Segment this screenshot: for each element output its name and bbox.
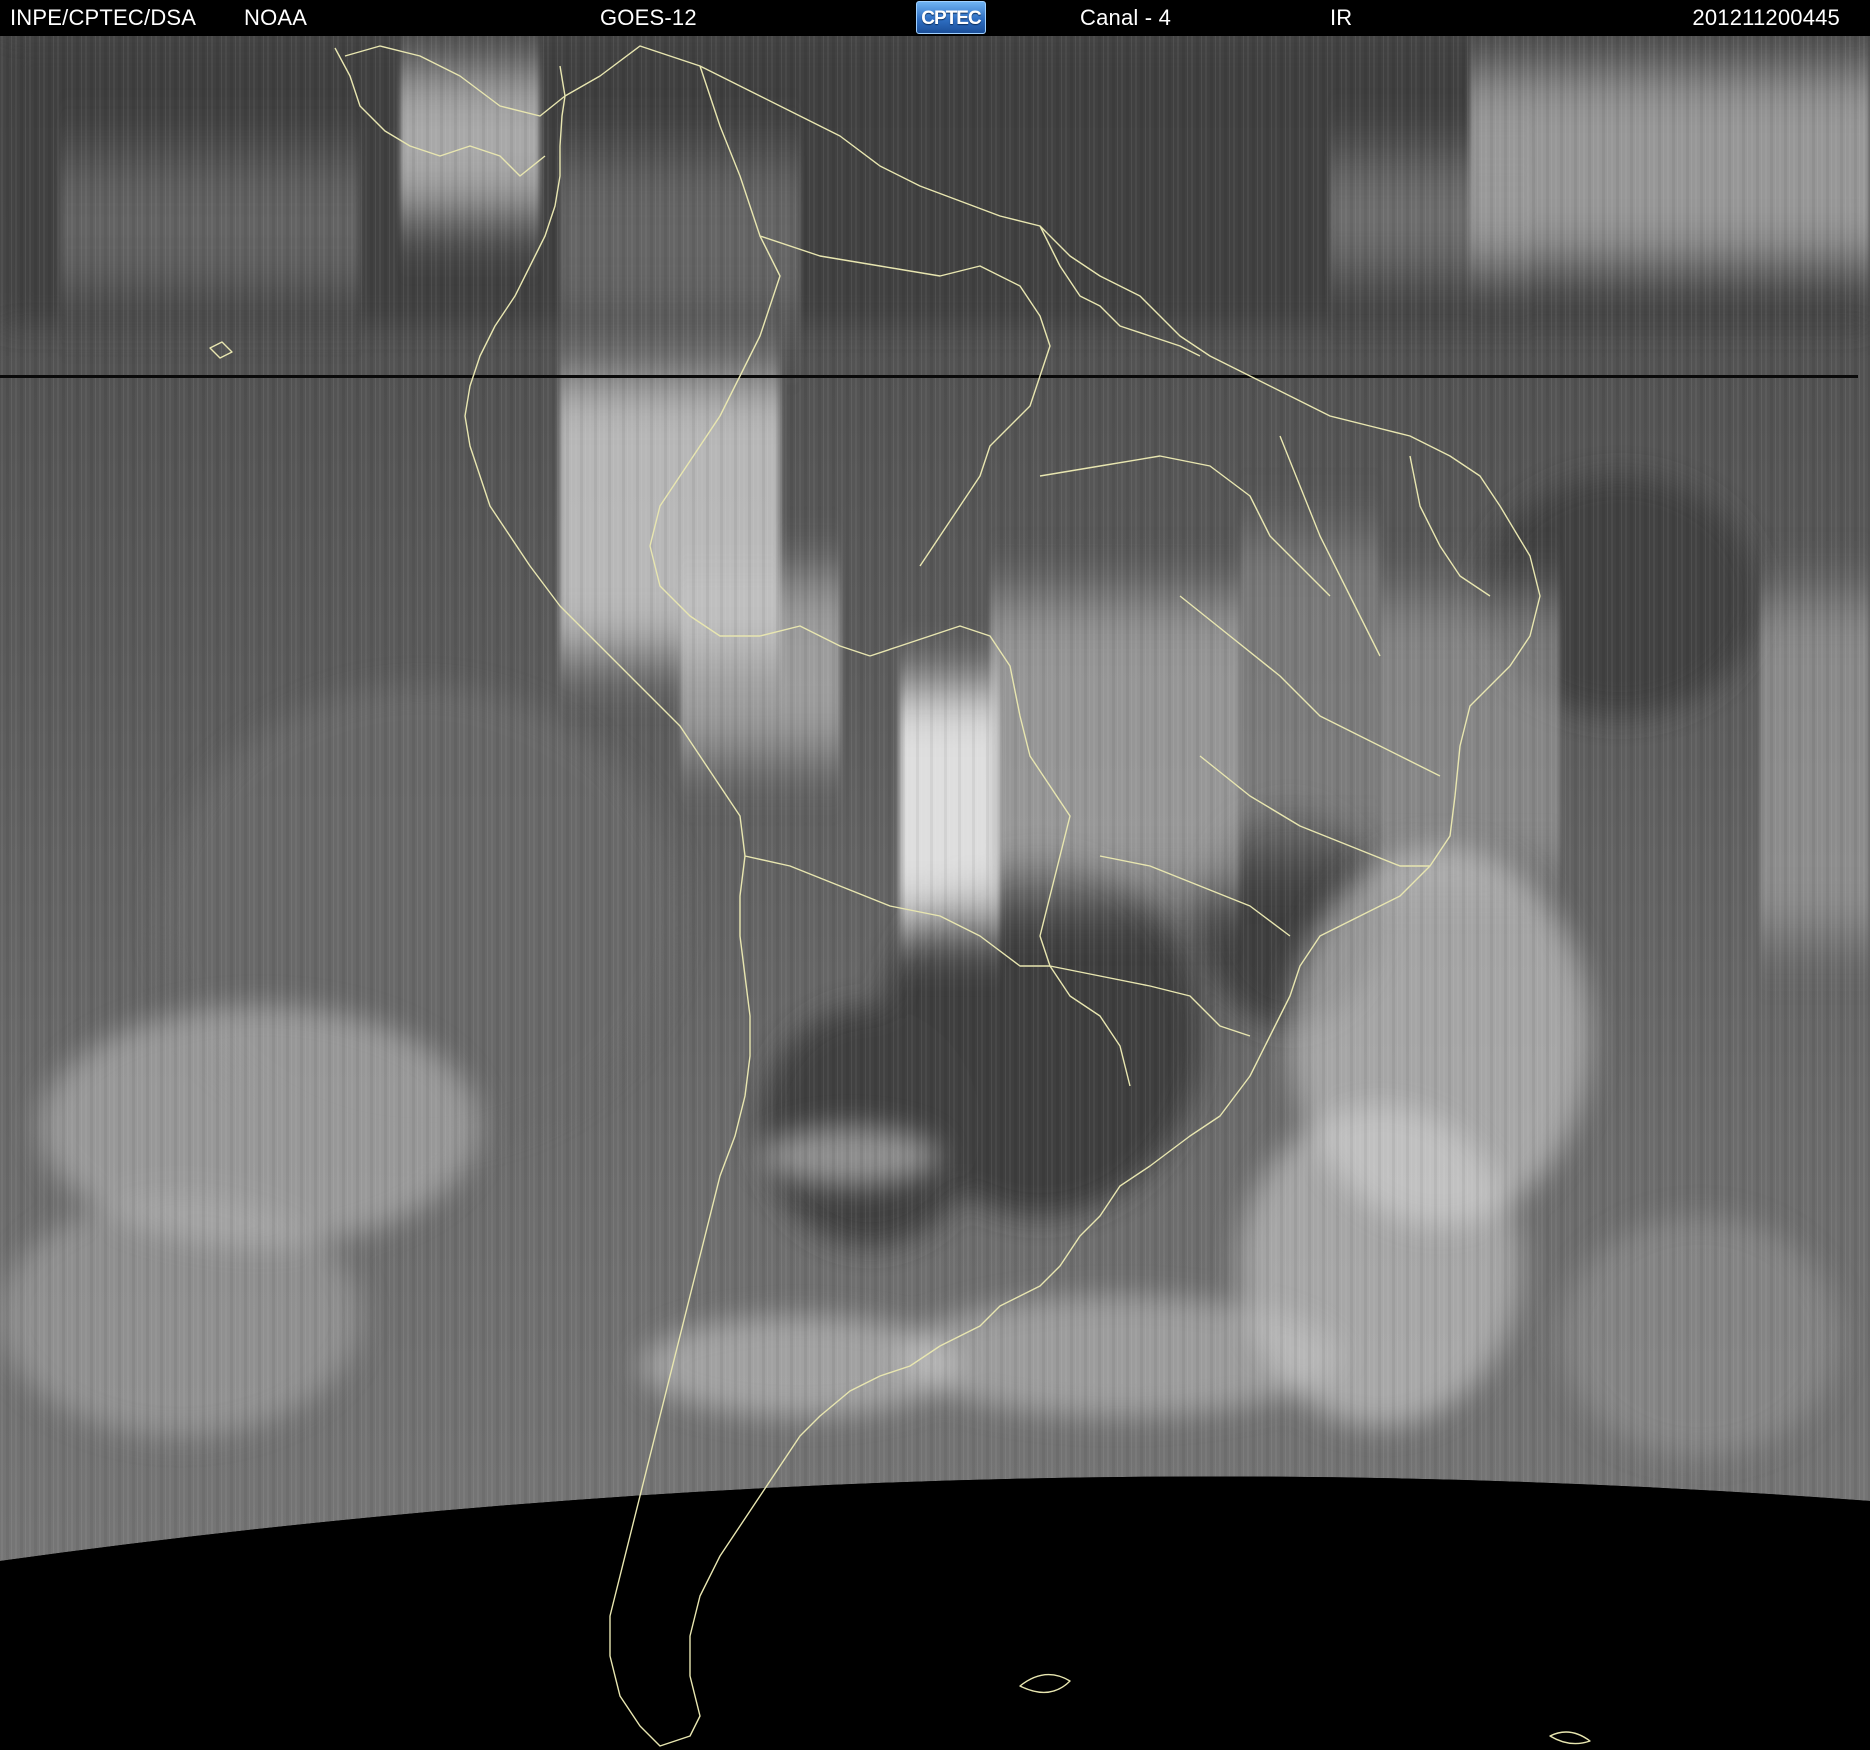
agency-label: INPE/CPTEC/DSA	[10, 5, 197, 30]
cptec-logo-text: CPTEC	[921, 8, 981, 29]
org-label: NOAA	[244, 5, 308, 30]
cptec-logo: CPTEC	[916, 1, 986, 34]
satellite-image-svg	[0, 36, 1870, 1750]
image-header-bar: INPE/CPTEC/DSA NOAA GOES-12 CPTEC Canal …	[0, 0, 1870, 36]
channel-label: Canal - 4	[1080, 5, 1172, 30]
satellite-label: GOES-12	[600, 5, 697, 30]
satellite-map	[0, 36, 1870, 1750]
band-label: IR	[1330, 5, 1353, 30]
timestamp-label: 201211200445	[1692, 5, 1840, 30]
scan-line-artifact	[0, 375, 1858, 378]
